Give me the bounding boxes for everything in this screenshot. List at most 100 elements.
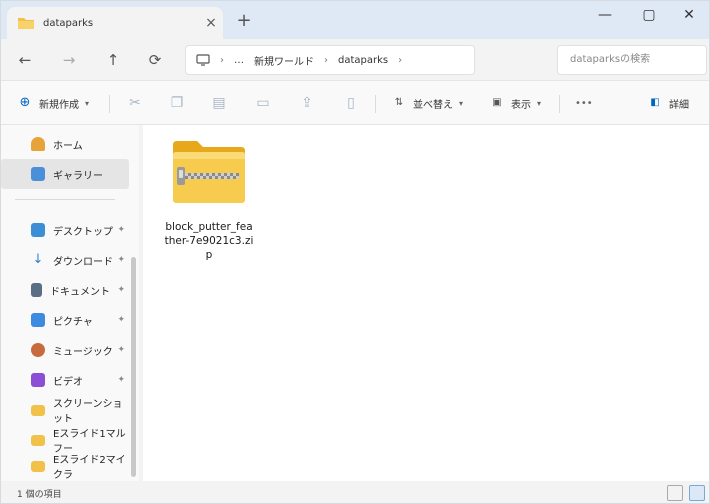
sidebar-item-slide2[interactable]: Eスライド2マイクラ [1, 451, 129, 481]
music-icon [31, 343, 45, 357]
sort-icon: ⇅ [394, 97, 404, 108]
navigation-pane: ホーム ギャラリー デスクトップ ✦ ↓ ダウンロード ✦ ドキュメント ✦ ピ… [1, 125, 139, 481]
sidebar-item-downloads[interactable]: ↓ ダウンロード ✦ [1, 245, 129, 275]
divider [375, 95, 376, 113]
pin-icon[interactable]: ✦ [117, 225, 125, 235]
sidebar-scrollbar[interactable] [131, 257, 136, 477]
cut-button[interactable]: ✂ [127, 91, 149, 115]
document-icon [31, 283, 42, 297]
folder-icon [18, 18, 34, 29]
desktop-icon [31, 223, 45, 237]
clipboard-icon: ▤ [212, 95, 226, 111]
tab-dataparks[interactable]: dataparks × [7, 7, 223, 39]
large-icons-view-toggle[interactable] [689, 485, 705, 501]
copy-button[interactable]: ❐ [169, 91, 191, 115]
address-bar[interactable]: › … 新規ワールド › dataparks › [185, 45, 475, 75]
sidebar-item-label: ダウンロード [53, 256, 113, 268]
copy-icon: ❐ [170, 95, 184, 111]
monitor-icon [196, 54, 210, 66]
divider [15, 199, 115, 200]
pin-icon[interactable]: ✦ [117, 285, 125, 295]
item-count: 1 個の項目 [17, 490, 62, 500]
share-button[interactable]: ⇪ [299, 91, 321, 115]
more-options-button[interactable]: ••• [575, 91, 593, 115]
file-name: block_putter_feather-7e9021c3.zip [164, 221, 254, 261]
details-pane-button[interactable]: ◧ 詳細 [647, 91, 689, 115]
delete-button[interactable]: ▯ [343, 91, 365, 115]
new-tab-button[interactable]: + [231, 11, 257, 33]
details-label: 詳細 [669, 99, 689, 111]
folder-icon [31, 460, 45, 472]
pin-icon[interactable]: ✦ [117, 345, 125, 355]
picture-icon [31, 313, 45, 327]
file-item-zip[interactable]: block_putter_feather-7e9021c3.zip [161, 137, 257, 262]
maximize-button[interactable]: ▢ [627, 1, 671, 31]
download-icon: ↓ [32, 252, 44, 267]
tab-title: dataparks [43, 17, 94, 29]
chevron-down-icon: ▾ [85, 98, 90, 108]
sidebar-item-label: ドキュメント [50, 286, 110, 298]
breadcrumb-world[interactable]: 新規ワールド [254, 53, 314, 68]
sidebar-item-music[interactable]: ミュージック ✦ [1, 335, 129, 365]
sidebar-item-label: スクリーンショット [53, 399, 123, 425]
view-button[interactable]: ▣ 表示 ▾ [489, 91, 541, 115]
forward-button[interactable]: → [55, 47, 83, 73]
address-row: ← → ↑ ⟳ › … 新規ワールド › dataparks › datapar… [1, 39, 709, 81]
pin-icon[interactable]: ✦ [117, 255, 125, 265]
view-icon: ▣ [492, 97, 502, 108]
sort-label: 並べ替え [413, 99, 453, 111]
up-button[interactable]: ↑ [99, 47, 127, 73]
chevron-down-icon: ▾ [459, 98, 464, 108]
sidebar-item-label: デスクトップ [53, 226, 113, 238]
explorer-window: dataparks × + — ▢ ✕ ← → ↑ ⟳ › … 新規ワールド ›… [0, 0, 710, 504]
file-list: block_putter_feather-7e9021c3.zip [143, 125, 709, 481]
folder-icon [31, 404, 45, 416]
sort-button[interactable]: ⇅ 並べ替え ▾ [391, 91, 463, 115]
divider [109, 95, 110, 113]
home-icon [31, 137, 45, 151]
back-button[interactable]: ← [11, 47, 39, 73]
trash-icon: ▯ [347, 95, 355, 111]
sidebar-item-label: ギャラリー [53, 170, 103, 182]
sidebar-item-documents[interactable]: ドキュメント ✦ [1, 275, 129, 305]
minimize-button[interactable]: — [583, 1, 627, 31]
new-label: 新規作成 [39, 99, 79, 111]
scissors-icon: ✂ [129, 95, 141, 111]
search-input[interactable]: dataparksの検索 [557, 45, 707, 75]
rename-icon: ▭ [256, 95, 270, 111]
details-view-toggle[interactable] [667, 485, 683, 501]
sidebar-item-home[interactable]: ホーム [1, 129, 129, 159]
status-bar: 1 個の項目 [1, 481, 709, 503]
paste-button[interactable]: ▤ [211, 91, 233, 115]
sidebar-item-gallery[interactable]: ギャラリー [1, 159, 129, 189]
breadcrumb-dataparks[interactable]: dataparks [338, 55, 388, 66]
new-button[interactable]: ⊕ 新規作成 ▾ [17, 91, 89, 115]
more-label: ••• [575, 97, 593, 109]
tab-strip: dataparks × + — ▢ ✕ [1, 1, 709, 39]
command-bar: ⊕ 新規作成 ▾ ✂ ❐ ▤ ▭ ⇪ ▯ ⇅ 並べ替え ▾ ▣ 表示 ▾ •••… [1, 81, 709, 125]
gallery-icon [31, 167, 45, 181]
chevron-right-icon: › [220, 54, 224, 66]
ellipsis-crumb[interactable]: … [234, 55, 244, 66]
divider [559, 95, 560, 113]
close-window-button[interactable]: ✕ [667, 1, 709, 31]
sidebar-item-pictures[interactable]: ピクチャ ✦ [1, 305, 129, 335]
refresh-button[interactable]: ⟳ [141, 47, 169, 73]
sidebar-item-label: ミュージック [53, 346, 113, 358]
folder-icon [31, 434, 45, 446]
pin-icon[interactable]: ✦ [117, 315, 125, 325]
chevron-right-icon: › [324, 54, 328, 66]
sidebar-item-videos[interactable]: ビデオ ✦ [1, 365, 129, 395]
plus-circle-icon: ⊕ [19, 95, 31, 110]
details-pane-icon: ◧ [650, 97, 660, 108]
sidebar-item-label: ホーム [53, 140, 83, 152]
sidebar-item-screenshots[interactable]: スクリーンショット [1, 395, 129, 425]
sidebar-item-desktop[interactable]: デスクトップ ✦ [1, 215, 129, 245]
view-label: 表示 [511, 99, 531, 111]
zip-folder-icon [173, 141, 245, 203]
rename-button[interactable]: ▭ [255, 91, 277, 115]
pin-icon[interactable]: ✦ [117, 375, 125, 385]
close-tab-icon[interactable]: × [199, 15, 223, 31]
chevron-right-icon: › [398, 54, 403, 66]
sidebar-item-label: ビデオ [53, 376, 83, 388]
